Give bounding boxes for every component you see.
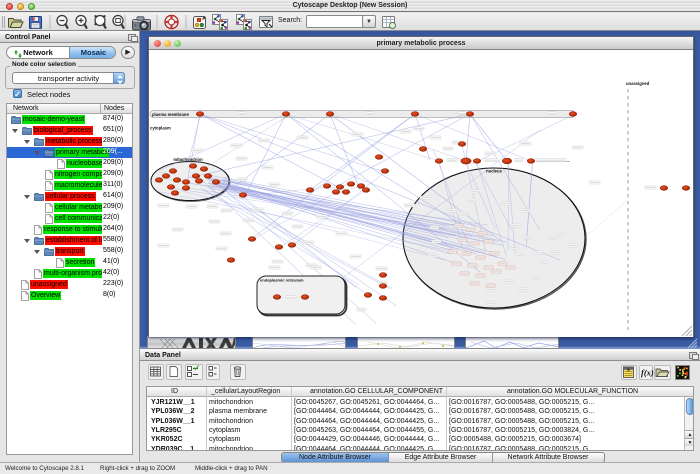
svg-text:cytoplasm: cytoplasm (150, 126, 171, 131)
svg-text:unassigned: unassigned (626, 81, 650, 86)
svg-text:plasma membrane: plasma membrane (152, 112, 189, 117)
svg-text:mitochondrion: mitochondrion (173, 157, 203, 162)
svg-text:endoplasmic reticulum: endoplasmic reticulum (260, 278, 304, 283)
svg-text:nucleus: nucleus (486, 169, 502, 174)
svg-text:f(x): f(x) (641, 368, 654, 378)
